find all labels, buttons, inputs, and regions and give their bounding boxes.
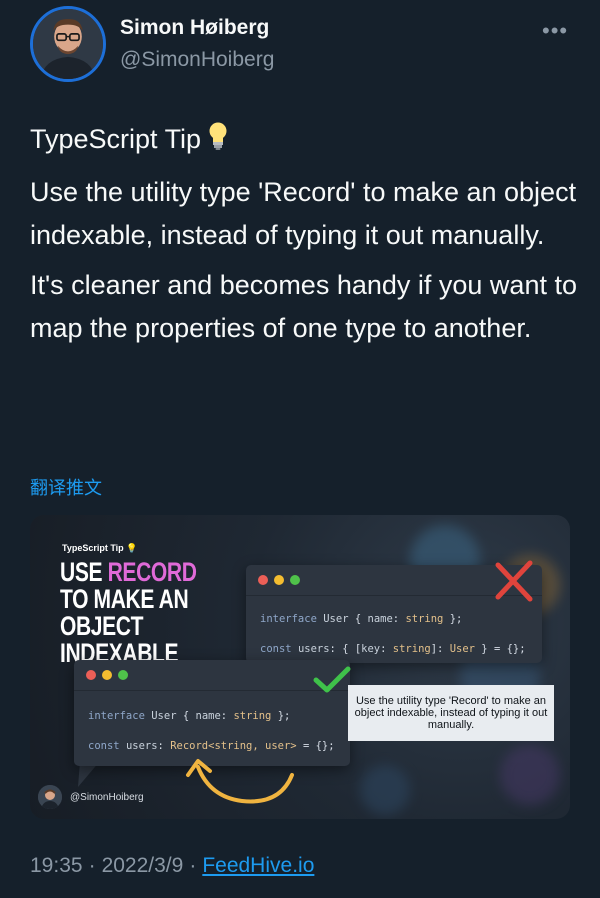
small-lightbulb-icon: 💡	[126, 543, 138, 553]
tweet-source-link[interactable]: FeedHive.io	[202, 854, 314, 877]
curved-arrow-icon	[180, 751, 300, 812]
close-dot-icon	[258, 575, 268, 585]
cross-mark-icon	[492, 559, 536, 608]
maximize-dot-icon	[118, 670, 128, 680]
image-tip-label: TypeScript Tip 💡	[62, 543, 138, 553]
speech-bubble-tail	[74, 761, 104, 796]
author-handle[interactable]: @SimonHoiberg	[120, 48, 274, 72]
bokeh-light	[360, 765, 410, 815]
bokeh-light	[500, 745, 560, 805]
more-options-icon[interactable]: •••	[542, 18, 568, 44]
minimize-dot-icon	[102, 670, 112, 680]
minimize-dot-icon	[274, 575, 284, 585]
lightbulb-icon	[207, 121, 229, 164]
bad-code-line-2: const users: { [key: string]: User } = {…	[260, 643, 526, 655]
tweet-text: TypeScript Tip Use the utility type 'Rec…	[30, 118, 578, 357]
image-caption-box: Use the utility type 'Record' to make an…	[348, 685, 554, 741]
meta-separator: ·	[189, 854, 197, 877]
good-code-line-1: interface User { name: string };	[88, 710, 291, 722]
tweet-paragraph-2: It's cleaner and becomes handy if you wa…	[30, 270, 577, 343]
tweet-title-line: TypeScript Tip	[30, 118, 578, 164]
close-dot-icon	[86, 670, 96, 680]
author-display-name[interactable]: Simon Høiberg	[120, 16, 269, 40]
image-author-avatar	[38, 785, 62, 809]
image-author-handle: @SimonHoiberg	[70, 792, 144, 803]
author-avatar[interactable]	[30, 6, 106, 82]
tweet-meta: 19:35 · 2022/3/9 · FeedHive.io	[30, 854, 314, 878]
tweet-paragraph-1: Use the utility type 'Record' to make an…	[30, 177, 577, 250]
tweet-media-image[interactable]: TypeScript Tip 💡 USE RECORD TO MAKE AN O…	[30, 515, 570, 819]
tweet-date[interactable]: 2022/3/9	[102, 854, 184, 877]
maximize-dot-icon	[290, 575, 300, 585]
bad-code-line-1: interface User { name: string };	[260, 613, 463, 625]
image-headline: USE RECORD TO MAKE AN OBJECT INDEXABLE	[60, 557, 197, 668]
tweet-title: TypeScript Tip	[30, 124, 202, 154]
check-mark-icon	[312, 665, 352, 700]
meta-separator: ·	[88, 854, 96, 877]
author-avatar-image	[33, 9, 103, 79]
window-titlebar	[74, 660, 350, 691]
tweet-time[interactable]: 19:35	[30, 854, 83, 877]
translate-tweet-link[interactable]: 翻译推文	[30, 474, 102, 500]
